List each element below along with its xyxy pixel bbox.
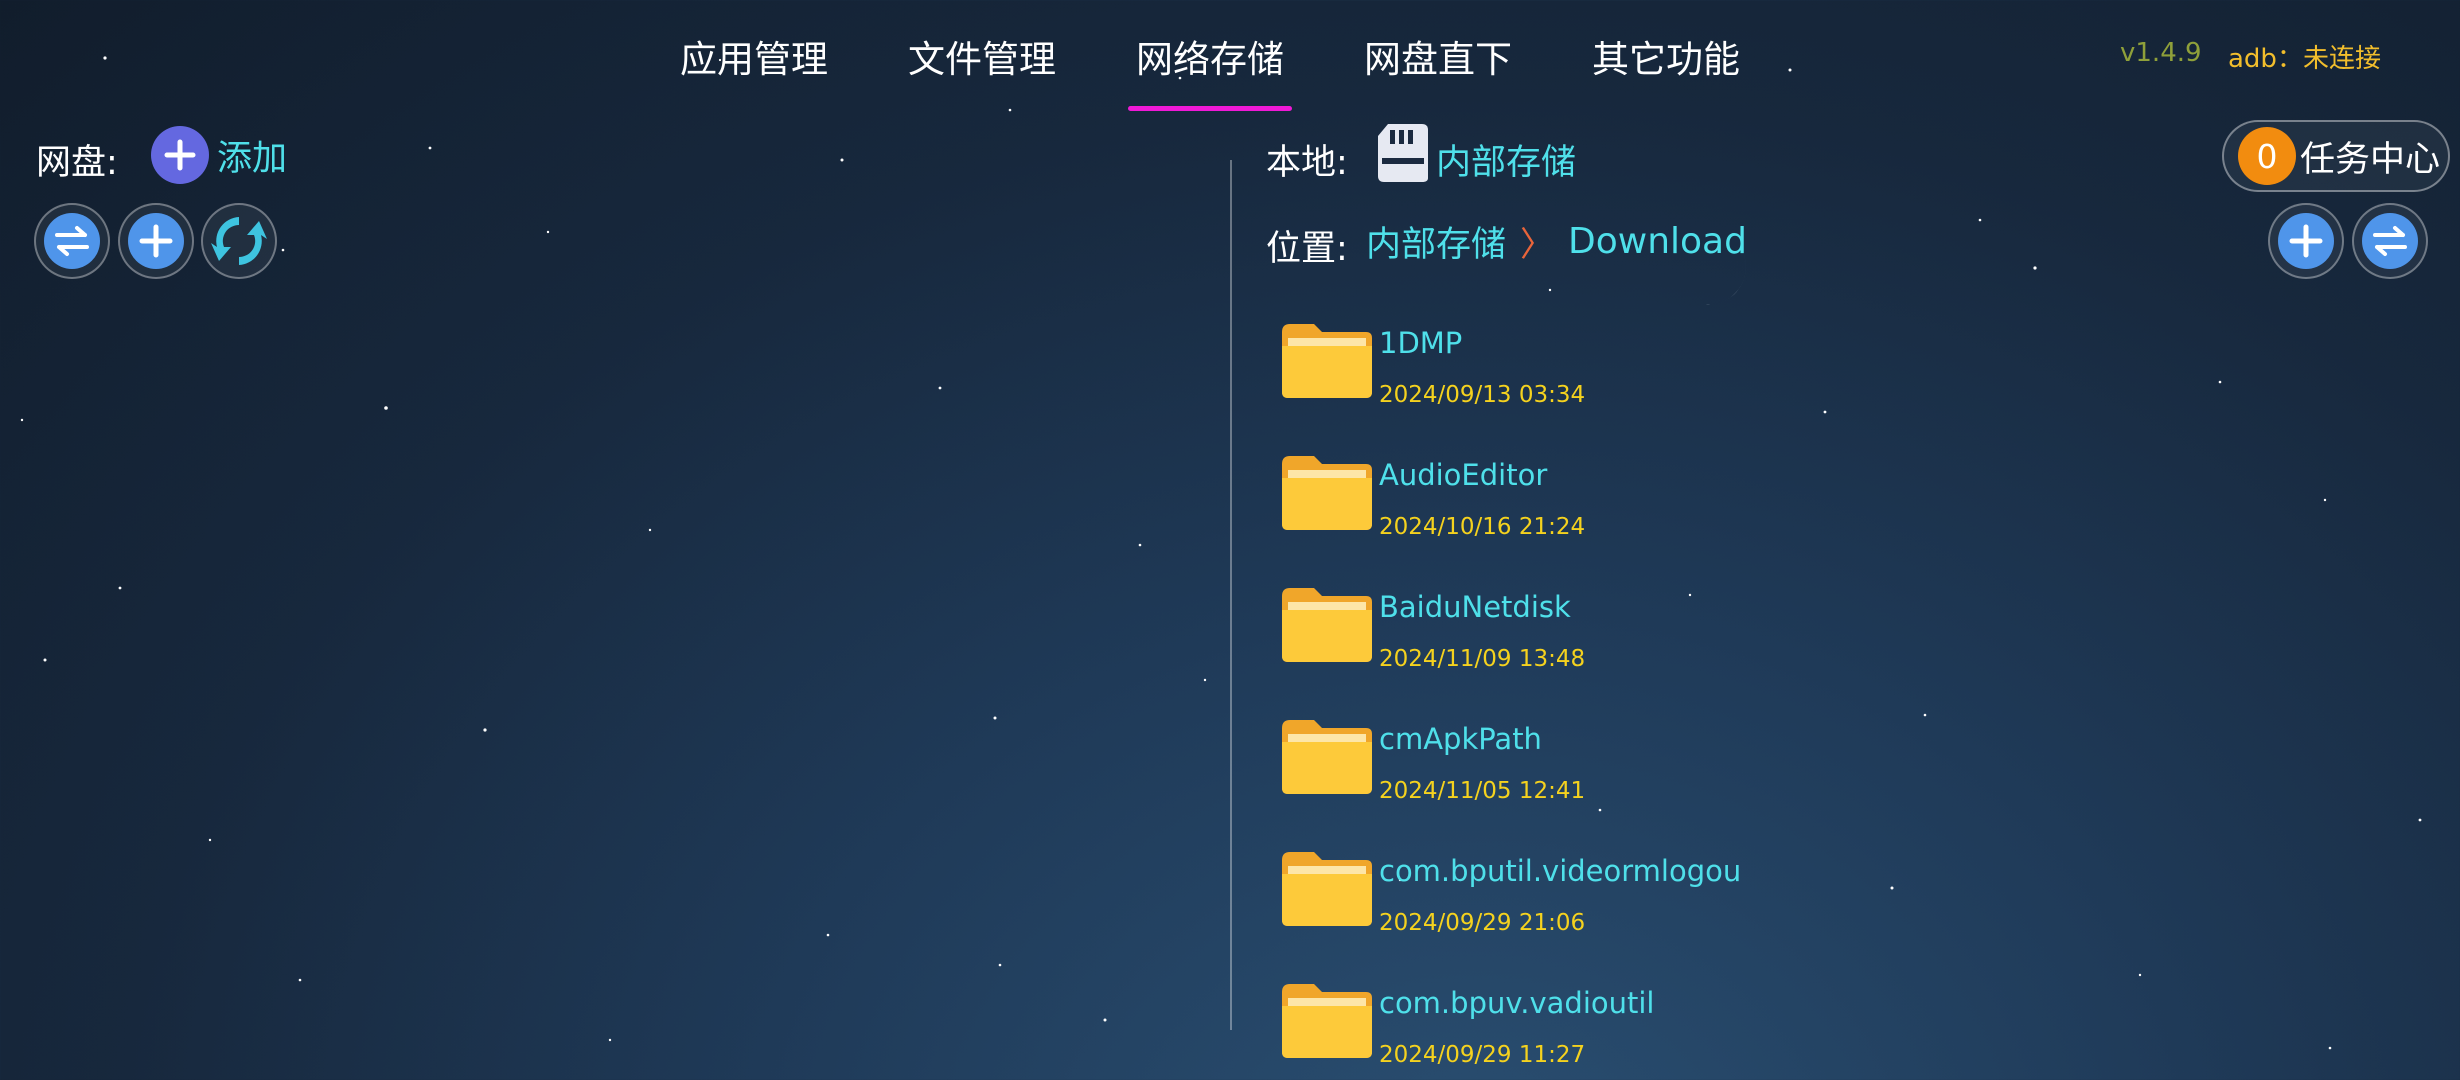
tab-other-functions[interactable]: 其它功能 — [1552, 22, 1780, 97]
left-add-button[interactable] — [118, 203, 194, 279]
file-name: AudioEditor — [1379, 458, 1548, 492]
cloud-drive-label: 网盘: — [36, 143, 118, 183]
file-name: com.bputil.videormlogou — [1379, 854, 1742, 888]
task-count-badge: 0 — [2238, 127, 2296, 185]
file-name: com.bpuv.vadioutil — [1379, 986, 1655, 1020]
list-item[interactable]: cmApkPath 2024/11/05 12:41 — [1280, 716, 1980, 848]
tab-network-storage[interactable]: 网络存储 — [1096, 22, 1324, 111]
file-date: 2024/09/13 03:34 — [1379, 382, 1586, 408]
breadcrumb-item-internal-storage[interactable]: 内部存储 — [1366, 216, 1506, 267]
folder-icon — [1282, 588, 1372, 662]
list-item[interactable]: com.bpuv.vadioutil 2024/09/29 11:27 — [1280, 980, 1980, 1080]
transfer-icon — [2362, 213, 2418, 269]
breadcrumb-item-download[interactable]: Download — [1568, 221, 1747, 262]
plus-icon — [151, 126, 209, 184]
version-label: v1.4.9 — [2120, 38, 2202, 68]
task-center-button[interactable]: 0 任务中心 — [2222, 120, 2450, 192]
tab-cloud-direct-download[interactable]: 网盘直下 — [1324, 22, 1552, 97]
top-nav-tabs: 应用管理 文件管理 网络存储 网盘直下 其它功能 — [640, 22, 1780, 111]
breadcrumb: 内部存储 〉 Download — [1366, 216, 1747, 267]
left-transfer-button[interactable] — [34, 203, 110, 279]
list-item[interactable]: BaiduNetdisk 2024/11/09 13:48 — [1280, 584, 1980, 716]
transfer-icon — [44, 213, 100, 269]
file-name: cmApkPath — [1379, 722, 1542, 756]
file-name: BaiduNetdisk — [1379, 590, 1571, 624]
refresh-icon — [209, 211, 269, 271]
folder-icon — [1282, 324, 1372, 398]
local-storage-selector[interactable]: 内部存储 — [1436, 134, 1576, 185]
folder-icon — [1282, 720, 1372, 794]
right-transfer-button[interactable] — [2352, 203, 2428, 279]
tab-file-management[interactable]: 文件管理 — [868, 22, 1096, 97]
list-item[interactable]: com.bputil.videormlogou 2024/09/29 21:06 — [1280, 848, 1980, 980]
file-date: 2024/10/16 21:24 — [1379, 514, 1586, 540]
sd-card-icon[interactable] — [1376, 122, 1430, 188]
folder-icon — [1282, 456, 1372, 530]
add-icon — [128, 213, 184, 269]
local-label: 本地: — [1266, 143, 1348, 183]
adb-status[interactable]: adb：未连接 — [2228, 38, 2381, 75]
list-item[interactable]: 1DMP 2024/09/13 03:34 — [1280, 320, 1980, 452]
location-label: 位置: — [1266, 229, 1348, 269]
file-date: 2024/09/29 11:27 — [1379, 1042, 1586, 1068]
list-item[interactable]: AudioEditor 2024/10/16 21:24 — [1280, 452, 1980, 584]
file-date: 2024/11/05 12:41 — [1379, 778, 1586, 804]
left-refresh-button[interactable] — [201, 203, 277, 279]
folder-icon — [1282, 852, 1372, 926]
add-icon — [2278, 213, 2334, 269]
panel-divider — [1230, 160, 1232, 1030]
right-add-button[interactable] — [2268, 203, 2344, 279]
file-list: 1DMP 2024/09/13 03:34 AudioEditor 2024/1… — [1280, 320, 1980, 1080]
tab-app-management[interactable]: 应用管理 — [640, 22, 868, 97]
file-date: 2024/09/29 21:06 — [1379, 910, 1586, 936]
add-cloud-drive-button[interactable]: 添加 — [151, 124, 287, 186]
file-name: 1DMP — [1379, 326, 1463, 360]
breadcrumb-separator-icon: 〉 — [1520, 225, 1555, 265]
task-center-label: 任务中心 — [2300, 139, 2441, 180]
folder-icon — [1282, 984, 1372, 1058]
add-cloud-drive-label: 添加 — [217, 138, 288, 179]
file-date: 2024/11/09 13:48 — [1379, 646, 1586, 672]
